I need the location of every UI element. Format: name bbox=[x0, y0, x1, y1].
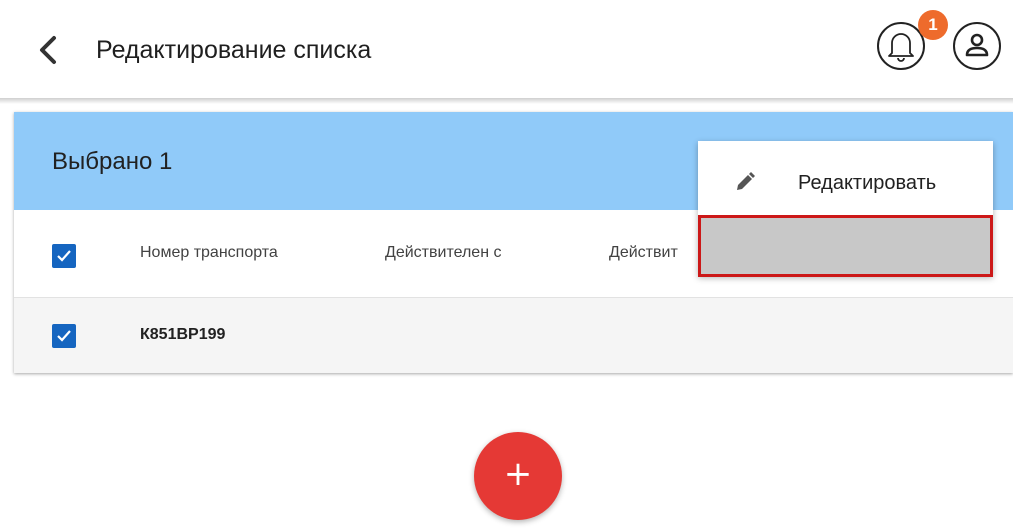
check-icon bbox=[57, 330, 71, 342]
row-actions-menu: Редактировать bbox=[698, 141, 993, 277]
bell-icon bbox=[888, 33, 914, 62]
back-button[interactable] bbox=[36, 32, 66, 72]
row-checkbox[interactable] bbox=[52, 324, 76, 348]
header-divider bbox=[0, 98, 1013, 104]
selection-count: Выбрано 1 bbox=[52, 148, 173, 175]
menu-item-edit-label: Редактировать bbox=[798, 172, 937, 194]
chevron-left-icon bbox=[40, 36, 56, 64]
notification-badge: 1 bbox=[918, 10, 948, 40]
column-header-vehicle-number[interactable]: Номер транспорта bbox=[140, 244, 278, 262]
page-title: Редактирование списка bbox=[96, 36, 372, 64]
add-button[interactable]: + bbox=[474, 432, 562, 520]
check-icon bbox=[57, 250, 71, 262]
menu-item-highlighted[interactable] bbox=[698, 215, 993, 277]
column-header-valid-to[interactable]: Действит bbox=[609, 244, 678, 262]
menu-item-edit[interactable]: Редактировать bbox=[698, 141, 993, 217]
pencil-icon bbox=[737, 172, 755, 190]
table-row[interactable]: К851ВР199 bbox=[14, 298, 1013, 373]
app-header: Редактирование списка 1 bbox=[0, 0, 1013, 100]
user-icon bbox=[965, 33, 989, 57]
select-all-checkbox[interactable] bbox=[52, 244, 76, 268]
user-button[interactable] bbox=[953, 22, 1001, 70]
column-header-valid-from[interactable]: Действителен с bbox=[385, 244, 501, 262]
vehicle-number-cell: К851ВР199 bbox=[140, 326, 226, 343]
plus-icon: + bbox=[503, 454, 533, 494]
